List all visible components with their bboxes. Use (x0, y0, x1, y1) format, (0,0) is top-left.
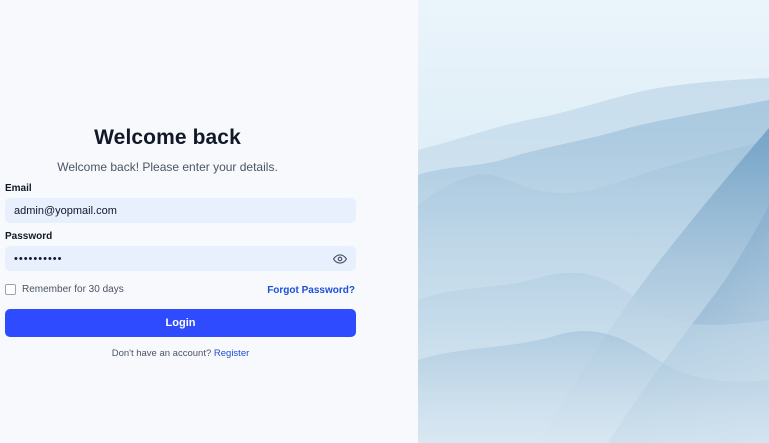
remember-row: Remember for 30 days (5, 284, 124, 295)
remember-checkbox[interactable] (5, 284, 16, 295)
register-link[interactable]: Register (214, 348, 249, 359)
password-field[interactable]: •••••••••• (5, 246, 356, 271)
page-subtitle: Welcome back! Please enter your details. (57, 160, 278, 174)
email-value: admin@yopmail.com (14, 204, 117, 217)
no-account-text: Don't have an account? (111, 348, 212, 359)
remember-label: Remember for 30 days (22, 284, 124, 295)
password-value: •••••••••• (14, 252, 63, 265)
email-field[interactable]: admin@yopmail.com (5, 198, 356, 223)
misty-mountains-illustration (418, 0, 769, 443)
page-title: Welcome back (94, 126, 241, 149)
eye-icon[interactable] (333, 252, 347, 266)
login-button[interactable]: Login (5, 309, 356, 337)
forgot-password-link[interactable]: Forgot Password? (267, 285, 355, 296)
password-label: Password (5, 231, 53, 242)
hero-image (418, 0, 769, 443)
login-panel: Welcome back Welcome back! Please enter … (0, 0, 418, 443)
email-label: Email (5, 183, 32, 194)
register-line: Don't have an account? Register (5, 348, 356, 359)
